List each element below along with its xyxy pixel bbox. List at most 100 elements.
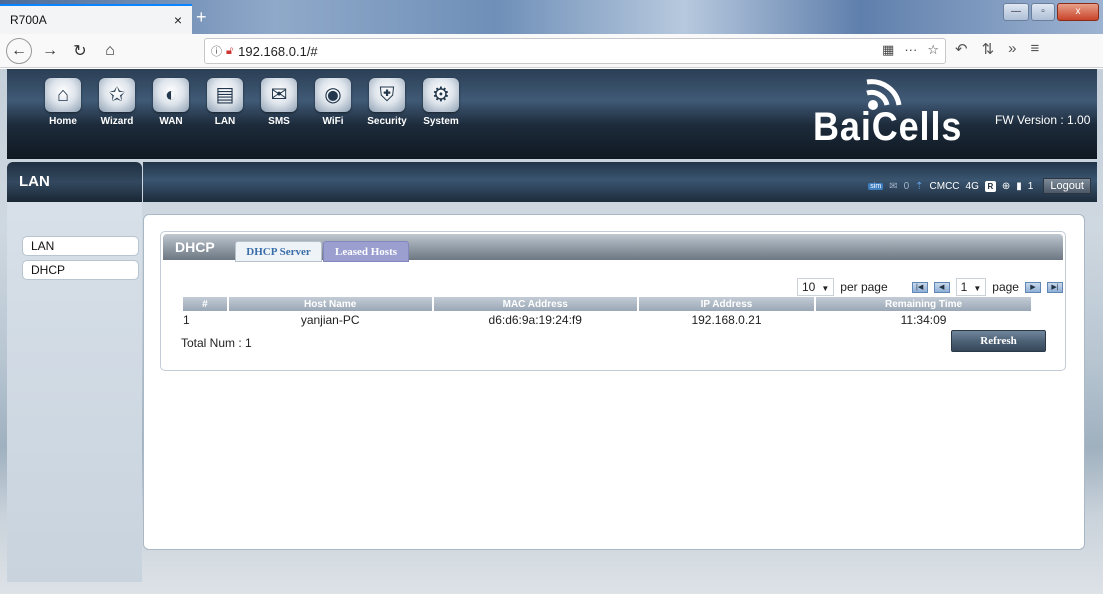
table-header-row: # Host Name MAC Address IP Address Remai… xyxy=(183,297,1031,311)
undo-icon[interactable]: ↶ xyxy=(955,40,968,58)
menu-label[interactable]: Security xyxy=(367,116,406,127)
main-menu: ⌂ Home ✩ Wizard ◐ WAN ▤ LAN ✉ SMS ◉ WiFi xyxy=(41,78,473,127)
cell-ip-address: 192.168.0.21 xyxy=(691,312,762,327)
baicells-logo: BaiCells xyxy=(813,75,983,153)
browser-tab-bar: R700A × + — ▫ x xyxy=(0,0,1103,34)
menu-item-sms[interactable]: ✉ SMS xyxy=(257,78,301,127)
window-controls: — ▫ x xyxy=(1003,3,1099,21)
maximize-button[interactable]: ▫ xyxy=(1031,3,1055,21)
wifi-icon[interactable]: ◉ xyxy=(315,78,351,112)
sms-count: 0 xyxy=(903,180,910,192)
system-icon[interactable]: ⚙ xyxy=(423,78,459,112)
menu-item-wizard[interactable]: ✩ Wizard xyxy=(95,78,139,127)
page-label: page xyxy=(992,280,1019,294)
refresh-button[interactable]: Refresh xyxy=(951,330,1046,352)
url-bar[interactable]: ⓘ 🔓︎ 192.168.0.1/# ▦ ··· ☆ xyxy=(204,38,946,64)
status-bar: sim ✉ 0 ⇡ CMCC 4G R ⊕ ▮ 1 Logout xyxy=(143,162,1097,202)
url-text[interactable]: 192.168.0.1/# xyxy=(238,44,318,59)
chevron-down-icon: ▼ xyxy=(821,284,830,293)
more-icon[interactable]: ··· xyxy=(904,42,917,58)
forward-icon[interactable]: → xyxy=(38,42,62,60)
new-tab-icon[interactable]: + xyxy=(196,7,207,28)
logout-button[interactable]: Logout xyxy=(1043,178,1091,194)
logo-text: BaiCells xyxy=(813,105,963,149)
menu-icon[interactable]: ≡ xyxy=(1031,40,1040,58)
prev-page-icon[interactable]: ◀ xyxy=(933,281,950,293)
menu-label[interactable]: Wizard xyxy=(101,116,134,127)
per-page-select[interactable]: 10 ▼ xyxy=(797,278,835,296)
sidebar-item-lan[interactable]: LAN xyxy=(22,236,139,256)
content-area: DHCP DHCP Server Leased Hosts 10 ▼ per pa… xyxy=(143,214,1085,550)
chevron-down-icon: ▼ xyxy=(973,284,982,293)
column-header-remaining-time: Remaining Time xyxy=(816,297,1031,311)
browser-tab[interactable]: R700A × xyxy=(0,4,192,34)
lan-icon[interactable]: ▤ xyxy=(207,78,243,112)
menu-item-home[interactable]: ⌂ Home xyxy=(41,78,85,127)
per-page-label: per page xyxy=(840,280,888,294)
minimize-button[interactable]: — xyxy=(1003,3,1029,21)
sms-status-icon[interactable]: ✉ xyxy=(889,181,897,192)
menu-label[interactable]: SMS xyxy=(268,116,290,127)
wizard-icon[interactable]: ✩ xyxy=(99,78,135,112)
menu-label[interactable]: System xyxy=(423,116,459,127)
wan-icon[interactable]: ◐ xyxy=(153,78,189,112)
per-page-value: 10 xyxy=(802,280,816,294)
menu-item-system[interactable]: ⚙ System xyxy=(419,78,463,127)
last-page-icon[interactable]: ▶| xyxy=(1046,281,1063,293)
home-icon[interactable]: ⌂ xyxy=(45,78,81,112)
cell-mac-address: d6:d6:9a:19:24:f9 xyxy=(488,312,582,327)
browser-nav-bar: ← → ↻ ⌂ ⓘ 🔓︎ 192.168.0.1/# ▦ ··· ☆ ↶ ⇅ »… xyxy=(0,34,1103,68)
pagination: 10 ▼ per page |◀ ◀ 1 ▼ page ▶ ▶| xyxy=(797,278,1063,296)
bookmark-star-icon[interactable]: ☆ xyxy=(927,42,939,58)
security-icon[interactable]: ⛨ xyxy=(369,78,405,112)
table-row: 1 yanjian-PC d6:d6:9a:19:24:f9 192.168.0… xyxy=(183,311,1031,328)
column-header-index: # xyxy=(183,297,227,311)
tab-title: R700A xyxy=(10,13,47,27)
sidebar-title: LAN xyxy=(7,162,142,202)
leased-hosts-table: # Host Name MAC Address IP Address Remai… xyxy=(181,297,1033,328)
connected-devices-icon: ▮ xyxy=(1016,180,1022,192)
roaming-icon: R xyxy=(984,180,996,192)
sidebar-item-dhcp[interactable]: DHCP xyxy=(22,260,139,280)
tab-leased-hosts[interactable]: Leased Hosts xyxy=(323,241,409,262)
close-window-button[interactable]: x xyxy=(1057,3,1099,21)
menu-item-lan[interactable]: ▤ LAN xyxy=(203,78,247,127)
home-icon[interactable]: ⌂ xyxy=(98,42,122,60)
menu-label[interactable]: LAN xyxy=(215,116,236,127)
menu-label[interactable]: Home xyxy=(49,116,77,127)
column-header-host-name: Host Name xyxy=(228,297,432,311)
extension-icon[interactable]: ⇅ xyxy=(982,40,995,58)
column-header-ip-address: IP Address xyxy=(638,297,815,311)
insecure-lock-icon[interactable]: 🔓︎ xyxy=(226,45,233,58)
menu-item-security[interactable]: ⛨ Security xyxy=(365,78,409,127)
reload-icon[interactable]: ↻ xyxy=(68,41,92,61)
menu-item-wifi[interactable]: ◉ WiFi xyxy=(311,78,355,127)
menu-item-wan[interactable]: ◐ WAN xyxy=(149,78,193,127)
operator-name: CMCC xyxy=(929,180,960,192)
next-page-icon[interactable]: ▶ xyxy=(1024,281,1041,293)
first-page-icon[interactable]: |◀ xyxy=(911,281,928,293)
sms-icon[interactable]: ✉ xyxy=(261,78,297,112)
page-value: 1 xyxy=(960,280,968,294)
cell-index: 1 xyxy=(183,312,190,327)
column-header-mac-address: MAC Address xyxy=(433,297,637,311)
sim-icon: sim xyxy=(868,182,884,190)
cell-host-name: yanjian-PC xyxy=(300,312,360,327)
status-icons: sim ✉ 0 ⇡ CMCC 4G R ⊕ ▮ 1 Logout xyxy=(868,178,1091,194)
fw-version: FW Version : 1.00 xyxy=(995,113,1091,127)
page-header: ⌂ Home ✩ Wizard ◐ WAN ▤ LAN ✉ SMS ◉ WiFi xyxy=(7,69,1097,159)
info-icon[interactable]: ⓘ xyxy=(211,43,222,59)
panel-header: DHCP DHCP Server Leased Hosts xyxy=(163,234,1063,262)
tab-dhcp-server[interactable]: DHCP Server xyxy=(235,241,322,262)
signal-icon: ⇡ xyxy=(915,180,924,192)
overflow-icon[interactable]: » xyxy=(1008,40,1016,58)
back-icon[interactable]: ← xyxy=(6,37,32,64)
qr-code-icon[interactable]: ▦ xyxy=(882,42,894,58)
tab-close-icon[interactable]: × xyxy=(174,12,182,28)
menu-label[interactable]: WiFi xyxy=(322,116,343,127)
internet-globe-icon: ⊕ xyxy=(1001,180,1011,192)
router-page: ⌂ Home ✩ Wizard ◐ WAN ▤ LAN ✉ SMS ◉ WiFi xyxy=(0,69,1103,594)
menu-label[interactable]: WAN xyxy=(159,116,182,127)
total-count: Total Num : 1 xyxy=(181,336,252,350)
page-select[interactable]: 1 ▼ xyxy=(955,278,987,296)
